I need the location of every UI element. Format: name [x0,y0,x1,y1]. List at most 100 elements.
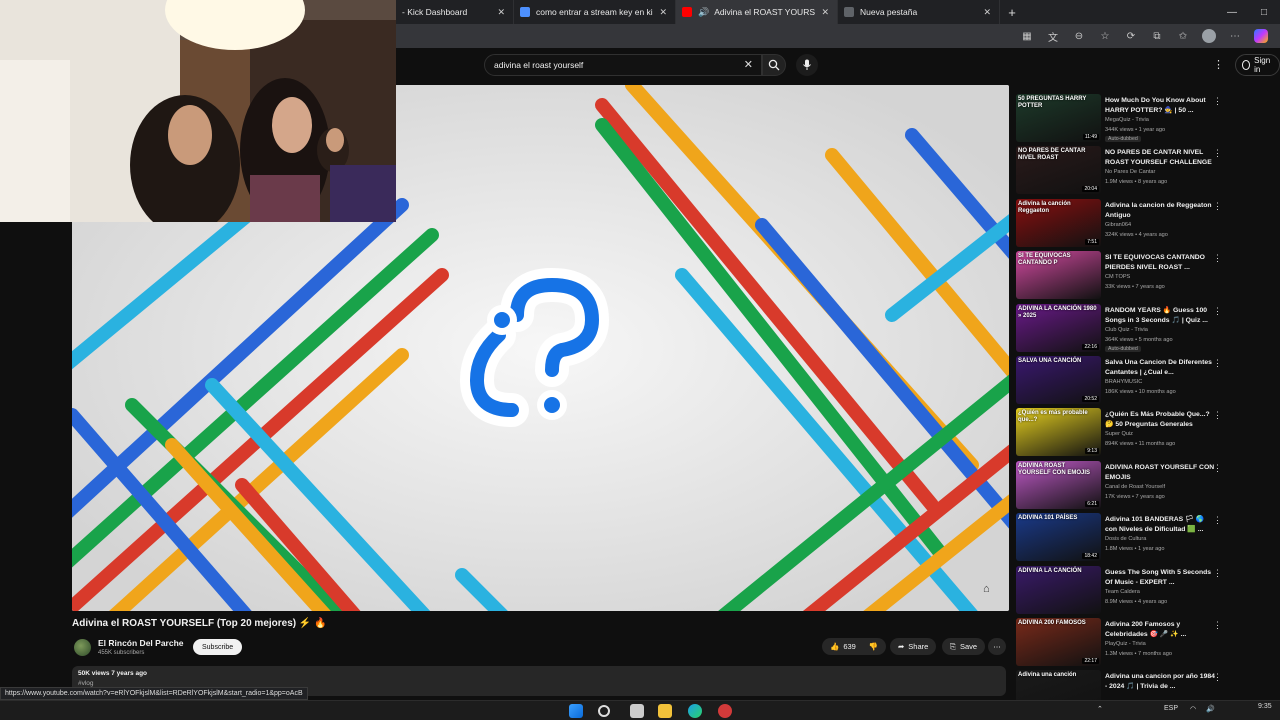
task-view-icon[interactable] [630,704,644,718]
recommendation-channel[interactable]: BRAHYMUSIC [1105,379,1142,385]
refresh-icon[interactable]: ⟳ [1118,24,1144,48]
like-count[interactable]: 639 [843,642,856,651]
recommendation-title[interactable]: NO PARES DE CANTAR NIVEL ROAST YOURSELF … [1105,148,1217,168]
minimize-button[interactable]: — [1216,0,1248,24]
recommendation-channel[interactable]: Team Caldera [1105,589,1140,595]
recommendation-title[interactable]: SI TE EQUIVOCAS CANTANDO PIERDES NIVEL R… [1105,253,1217,273]
recommendation-channel[interactable]: Gibran064 [1105,222,1131,228]
new-tab-button[interactable]: + [1000,0,1024,24]
more-options-icon[interactable]: ⋮ [1213,96,1222,107]
subscribe-button[interactable]: Subscribe [193,639,243,655]
wifi-icon[interactable]: ◠ [1190,705,1196,713]
recommendation-title[interactable]: Guess The Song With 5 Seconds Of Music -… [1105,568,1217,588]
language-indicator[interactable]: ESP [1164,705,1178,712]
video-thumbnail[interactable]: ADIVINA LA CANCIÓN 1980 » 2025 22:16 [1016,303,1101,352]
more-options-icon[interactable]: ⋮ [1213,358,1222,369]
video-thumbnail[interactable]: ADIVINA ROAST YOURSELF CON EMOJIS 6:21 [1016,460,1101,509]
share-button[interactable]: ➦ Share [890,638,937,655]
recommendation-item[interactable]: SI TE EQUIVOCAS CANTANDO P SI TE EQUIVOCA… [1016,249,1228,301]
profile-icon[interactable] [1196,24,1222,48]
more-options-icon[interactable]: ⋮ [1213,253,1222,264]
tab-youtube-active[interactable]: 🔊 Adivina el ROAST YOURSELF ✕ [676,0,838,24]
recommendation-title[interactable]: ¿Quién Es Más Probable Que...? 🤔 50 Preg… [1105,410,1217,430]
like-icon[interactable]: 👍 [830,642,839,651]
app-icon[interactable]: ▦ [1014,24,1040,48]
volume-icon[interactable]: 🔊 [1206,705,1215,713]
recommendation-channel[interactable]: Dosis de Cultura [1105,536,1146,542]
clock-time[interactable]: 9:35 [1258,703,1272,710]
hashtag[interactable]: #vlog [78,680,94,687]
recommendation-title[interactable]: Adivina 200 Famosos y Celebridades 🎯 🎤 ✨… [1105,620,1217,640]
tab-stream-key-search[interactable]: como entrar a stream key en kick ✕ [514,0,676,24]
copilot-icon[interactable] [1248,24,1274,48]
file-explorer-icon[interactable] [658,704,672,718]
favorites-icon[interactable]: ✩ [1170,24,1196,48]
extensions-icon[interactable]: ⧉ [1144,24,1170,48]
more-actions-button[interactable]: ⋯ [988,638,1006,655]
clear-search-icon[interactable]: ✕ [744,58,753,71]
close-icon[interactable]: ✕ [983,7,991,18]
start-menu-icon[interactable] [569,704,583,718]
translate-icon[interactable]: 文 [1040,24,1066,48]
dislike-icon[interactable]: 👎 [869,642,878,651]
close-icon[interactable]: ✕ [821,7,829,18]
recommendation-channel[interactable]: No Pares De Cantar [1105,169,1155,175]
obs-icon[interactable] [718,704,732,718]
tray-chevron-icon[interactable]: ⌃ [1097,705,1103,713]
recommendation-channel[interactable]: Club Quiz - Trivia [1105,327,1148,333]
recommendation-item[interactable]: ADIVINA 101 PAÍSES 18:42 Adivina 101 BANDE… [1016,511,1228,563]
recommendation-item[interactable]: ADIVINA 200 FAMOSOS 22:17 Adivina 200 Famo… [1016,616,1228,668]
more-options-icon[interactable]: ⋮ [1213,515,1222,526]
recommendation-item[interactable]: NO PARES DE CANTAR NIVEL ROAST 20:04 NO PA… [1016,144,1228,196]
more-options-icon[interactable]: ⋮ [1213,306,1222,317]
recommendation-item[interactable]: 50 PREGUNTAS HARRY POTTER 11:49 How Much D… [1016,92,1228,144]
more-options-icon[interactable]: ⋮ [1213,672,1222,683]
recommendation-channel[interactable]: CM TOPS [1105,274,1130,280]
recommendation-item[interactable]: ¿Quién es más probable que...? 9:13 ¿Quién… [1016,406,1228,458]
recommendation-title[interactable]: RANDOM YEARS 🔥 Guess 100 Songs in 3 Seco… [1105,306,1217,326]
more-options-icon[interactable]: ⋮ [1213,463,1222,474]
recommendation-title[interactable]: Adivina una cancion por año 1984 - 2024 … [1105,672,1217,692]
maximize-button[interactable]: □ [1248,0,1280,24]
recommendation-title[interactable]: Adivina 101 BANDERAS 🏳 🌎 con Niveles de … [1105,515,1217,535]
more-options-icon[interactable]: ⋮ [1213,410,1222,421]
settings-kebab-icon[interactable]: ⋮ [1213,58,1224,71]
more-menu-icon[interactable]: ⋯ [1222,24,1248,48]
video-thumbnail[interactable]: 50 PREGUNTAS HARRY POTTER 11:49 [1016,94,1101,142]
save-button[interactable]: ⎘ Save [942,638,986,655]
zoom-icon[interactable]: ⊖ [1066,24,1092,48]
tab-new-tab[interactable]: Nueva pestaña ✕ [838,0,1000,24]
recommendation-title[interactable]: Salva Una Cancion De Diferentes Cantante… [1105,358,1217,378]
more-options-icon[interactable]: ⋮ [1213,148,1222,159]
channel-avatar[interactable] [74,639,91,656]
speaker-icon[interactable]: 🔊 [698,7,709,18]
sign-in-button[interactable]: Sign in [1235,54,1280,76]
video-thumbnail[interactable]: ¿Quién es más probable que...? 9:13 [1016,408,1101,457]
recommendation-title[interactable]: How Much Do You Know About HARRY POTTER?… [1105,96,1217,116]
video-thumbnail[interactable]: SALVA UNA CANCIÓN 20:52 [1016,355,1101,404]
recommendation-channel[interactable]: MegaQuiz - Trivia [1105,117,1149,123]
search-input[interactable]: adivina el roast yourself ✕ [484,54,762,76]
recommendation-channel[interactable]: Canal de Roast Yourself [1105,484,1165,490]
favorite-star-icon[interactable]: ☆ [1092,24,1118,48]
close-icon[interactable]: ✕ [659,7,667,18]
video-thumbnail[interactable]: NO PARES DE CANTAR NIVEL ROAST 20:04 [1016,146,1101,195]
search-button[interactable] [762,54,786,76]
video-thumbnail[interactable]: ADIVINA 101 PAÍSES 18:42 [1016,513,1101,562]
more-options-icon[interactable]: ⋮ [1213,201,1222,212]
video-thumbnail[interactable]: ADIVINA LA CANCIÓN [1016,565,1101,614]
video-thumbnail[interactable]: Adivina la canción Reggaeton 7:51 [1016,198,1101,247]
video-thumbnail[interactable]: SI TE EQUIVOCAS CANTANDO P [1016,251,1101,300]
recommendation-item[interactable]: ADIVINA LA CANCIÓN 1980 » 2025 22:16 RANDO… [1016,302,1228,354]
channel-name[interactable]: El Rincón Del Parche [98,638,184,648]
recommendation-channel[interactable]: PlayQuiz - Trivia [1105,641,1146,647]
close-icon[interactable]: ✕ [497,7,505,18]
recommendation-item[interactable]: ADIVINA ROAST YOURSELF CON EMOJIS 6:21 ADI… [1016,459,1228,511]
recommendation-title[interactable]: Adivina la cancion de Reggeaton Antiguo [1105,201,1217,221]
recommendation-title[interactable]: ADIVINA ROAST YOURSELF CON EMOJIS [1105,463,1217,483]
video-thumbnail[interactable]: ADIVINA 200 FAMOSOS 22:17 [1016,617,1101,666]
recommendation-item[interactable]: SALVA UNA CANCIÓN 20:52 Salva Una Cancion … [1016,354,1228,406]
recommendation-channel[interactable]: Super Quiz [1105,431,1133,437]
more-options-icon[interactable]: ⋮ [1213,568,1222,579]
more-options-icon[interactable]: ⋮ [1213,620,1222,631]
